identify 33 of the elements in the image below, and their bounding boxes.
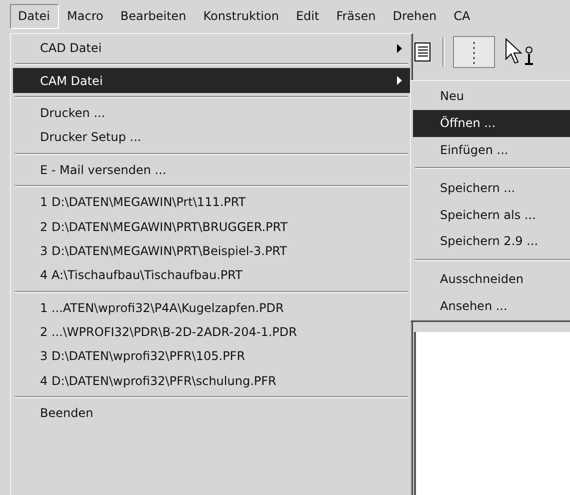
menu-item[interactable]: 3 D:\DATEN\wprofi32\PFR\105.PFR	[13, 344, 410, 369]
menu-item[interactable]: CAM Datei	[13, 68, 410, 93]
submenu-arrow-icon	[397, 44, 402, 53]
submenu-arrow-icon	[397, 76, 402, 86]
menu-item[interactable]: Öffnen ...	[413, 110, 570, 137]
menu-bar-item[interactable]: Drehen	[384, 4, 446, 29]
menu-item[interactable]: Speichern als ...	[413, 201, 570, 228]
menu-item[interactable]: Drucken ...	[13, 100, 410, 126]
menu-item[interactable]: 4 A:\Tischaufbau\Tischaufbau.PRT	[13, 263, 410, 288]
menu-item[interactable]: Neu	[413, 83, 570, 110]
menu-item[interactable]: CAD Datei	[13, 36, 410, 60]
menu-bar-item[interactable]: Konstruktion	[195, 4, 288, 29]
menu-item[interactable]: 4 D:\DATEN\wprofi32\PFR\schulung.PFR	[13, 368, 410, 394]
toolbar-divider-icon	[442, 36, 445, 66]
menu-item[interactable]: 2 ...\WPROFI32\PDR\B-2D-2ADR-204-1.PDR	[13, 320, 410, 344]
menu-item[interactable]: Speichern 2.9 ...	[413, 228, 570, 255]
menu-bar-item[interactable]: Edit	[288, 4, 328, 29]
menu-item[interactable]: Beenden	[13, 401, 410, 426]
menu-item[interactable]: E - Mail versenden ...	[13, 158, 410, 182]
menu-bar-item[interactable]: CA	[446, 4, 480, 29]
menu-item[interactable]: 1 D:\DATEN\MEGAWIN\Prt\111.PRT	[13, 190, 410, 214]
menu-item[interactable]: Speichern ...	[413, 174, 570, 202]
menu-item[interactable]: 2 D:\DATEN\MEGAWIN\PRT\BRUGGER.PRT	[13, 214, 410, 239]
menu-bar-item[interactable]: Macro	[59, 4, 112, 29]
menu-item[interactable]: Einfügen ...	[413, 136, 570, 164]
menu-bar-item[interactable]: Bearbeiten	[112, 4, 196, 29]
menu-item[interactable]: 1 ...ATEN\wprofi32\P4A\Kugelzapfen.PDR	[13, 296, 410, 320]
menu-item[interactable]: Ansehen ...	[413, 292, 570, 320]
menu-bar-item[interactable]: Fräsen	[328, 4, 385, 29]
menu-bar-item[interactable]: Datei	[10, 4, 60, 29]
menu-item[interactable]: Drucker Setup ...	[13, 125, 410, 150]
menu-item[interactable]: 3 D:\DATEN\MEGAWIN\PRT\Beispiel-3.PRT	[13, 238, 410, 264]
menu-item[interactable]: Ausschneiden	[413, 266, 570, 293]
